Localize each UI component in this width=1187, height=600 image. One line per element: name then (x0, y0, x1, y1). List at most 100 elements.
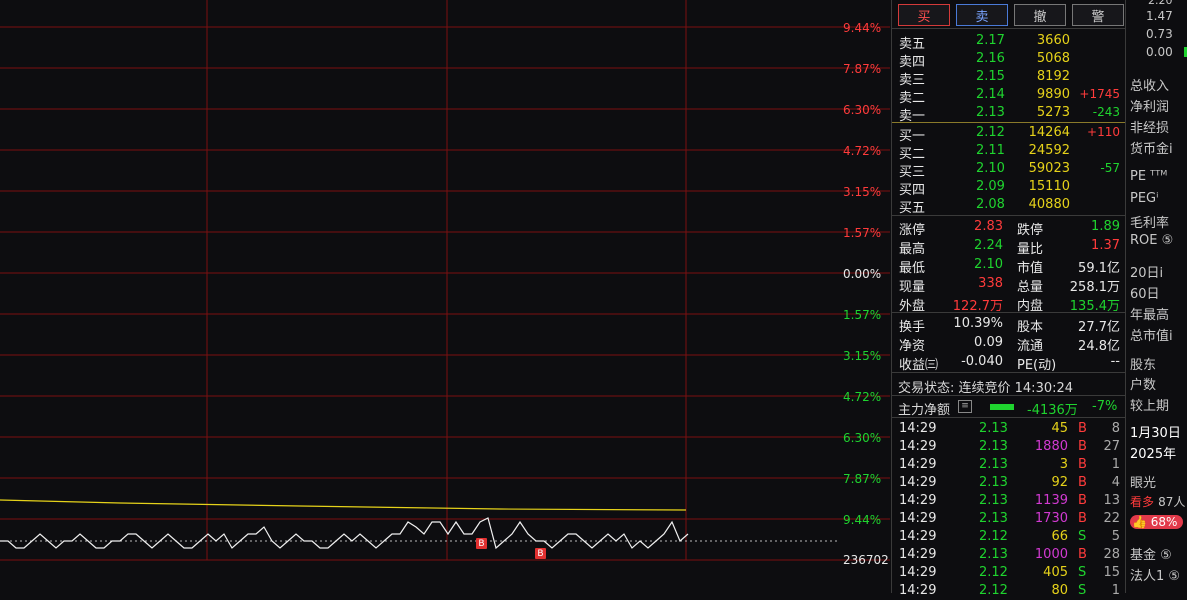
sidebar-item[interactable]: 20日i (1130, 262, 1163, 281)
divider (892, 215, 1125, 216)
tick-count: 22 (1103, 511, 1120, 526)
list-icon[interactable]: ≡ (958, 400, 972, 413)
sidebar-item[interactable]: 60日 (1130, 283, 1160, 302)
tick-price: 2.12 (979, 583, 1008, 598)
trade-status: 交易状态: 连续竞价 14:30:24 (898, 381, 1074, 396)
sidebar-item[interactable]: PEGⁱ (1130, 191, 1158, 206)
sidebar-item[interactable]: 户数 (1130, 374, 1156, 393)
main-flow-row[interactable]: 主力净额 ≡ -4136万 -7% (892, 398, 1125, 418)
tick-side: B (1078, 475, 1087, 490)
tick-row[interactable]: 14:29 2.13 1139 B 13 (892, 492, 1125, 510)
percent-tick-label: 3.15% (843, 349, 882, 363)
sidebar-item[interactable]: 基金 ⑤ (1130, 544, 1172, 563)
level-price: 2.13 (976, 105, 1005, 120)
sidebar-item[interactable]: 非经损 (1130, 117, 1169, 136)
percent-tick-label: 6.30% (843, 431, 882, 445)
tick-count: 13 (1103, 493, 1120, 508)
tick-side: B (1078, 439, 1087, 454)
sidebar-item[interactable]: PE ᵀᵀᴹ (1130, 169, 1167, 184)
order-book-panel: 买 卖 撤 警 卖五 2.17 3660 卖四 2.16 5068 卖三 2.1… (891, 0, 1125, 598)
level-qty: 3660 (1036, 33, 1070, 48)
sidebar-item[interactable]: ROE ⑤ (1130, 233, 1173, 248)
flow-bar (990, 404, 1014, 410)
stat-value: 258.1万 (1069, 280, 1120, 295)
buy-button[interactable]: 买 (898, 4, 950, 26)
sidebar-item[interactable]: 2025年 (1130, 443, 1176, 462)
tick-side: B (1078, 493, 1087, 508)
stat-label: 流通 (1017, 339, 1044, 354)
cancel-order-button[interactable]: 撤 (1014, 4, 1066, 26)
sidebar-item[interactable]: 毛利率 (1130, 212, 1169, 231)
level-qty: 59023 (1028, 161, 1070, 176)
sell-button[interactable]: 卖 (956, 4, 1008, 26)
stat-value: 59.1亿 (1078, 261, 1120, 276)
buy-marker[interactable]: B (476, 538, 487, 549)
intraday-chart[interactable]: 9.44% 7.87% 6.30% 4.72% 3.15% 1.57% 0.00% 1.57%… (0, 0, 890, 593)
tick-price: 2.13 (979, 493, 1008, 508)
tick-row[interactable]: 14:29 2.12 66 S 5 (892, 528, 1125, 546)
bid-row[interactable]: 买五 2.08 40880 (892, 196, 1125, 216)
sidebar-item[interactable]: 👍 68% (1130, 515, 1184, 530)
volume-axis-label: 236702 (843, 553, 889, 567)
tick-row[interactable]: 14:29 2.13 3 B 1 (892, 456, 1125, 474)
bid-row[interactable]: 买四 2.09 15110 (892, 178, 1125, 198)
divider (892, 417, 1125, 418)
tick-row[interactable]: 14:29 2.13 1880 B 27 (892, 438, 1125, 456)
percent-tick-label: 3.15% (843, 185, 882, 199)
stat-label: 最高 (899, 242, 926, 257)
tick-row[interactable]: 14:29 2.13 1730 B 22 (892, 510, 1125, 528)
tick-row[interactable]: 14:29 2.12 405 S 15 (892, 564, 1125, 582)
sidebar-item[interactable]: 总市值i (1130, 325, 1173, 344)
percent-tick-label: 9.44% (843, 513, 882, 527)
stat-value: 1.89 (1091, 219, 1120, 234)
tick-volume: 66 (1051, 529, 1068, 544)
stat-value: 2.83 (974, 219, 1003, 234)
bid-row[interactable]: 买三 2.10 59023 -57 (892, 160, 1125, 180)
tick-row[interactable]: 14:29 2.13 92 B 4 (892, 474, 1125, 492)
level-price: 2.09 (976, 179, 1005, 194)
tick-row[interactable]: 14:29 2.13 1000 B 28 (892, 546, 1125, 564)
ask-row[interactable]: 卖二 2.14 9890 +1745 (892, 86, 1125, 106)
tick-row[interactable]: 14:29 2.12 80 S 1 (892, 582, 1125, 600)
sidebar-item[interactable]: 股东 (1130, 354, 1156, 373)
ask-row[interactable]: 卖一 2.13 5273 -243 (892, 104, 1125, 124)
tick-side: S (1078, 583, 1087, 598)
level-price: 2.11 (976, 143, 1005, 158)
sidebar-item[interactable]: 较上期 (1130, 395, 1169, 414)
price-chart-canvas[interactable] (0, 0, 890, 593)
sidebar-item[interactable]: 净利润 (1130, 96, 1169, 115)
stat-value: 1.37 (1091, 238, 1120, 253)
sidebar-item[interactable]: 看多 87人 (1130, 493, 1185, 510)
sidebar-item[interactable]: 年最高 (1130, 304, 1169, 323)
tick-row[interactable]: 14:29 2.13 45 B 8 (892, 420, 1125, 438)
stat-value: 2.24 (974, 238, 1003, 253)
percent-tick-label: 6.30% (843, 103, 882, 117)
stat-row: 净资 0.09 流通 24.8亿 (892, 334, 1125, 354)
sidebar-item[interactable]: 货币金i (1130, 138, 1173, 157)
buy-marker[interactable]: B (535, 548, 546, 559)
bid-row[interactable]: 买一 2.12 14264 +110 (892, 124, 1125, 144)
level-change: -243 (1092, 105, 1120, 119)
stat-value: 10.39% (953, 316, 1003, 331)
percent-tick-label: 1.57% (843, 226, 882, 240)
level-price: 2.12 (976, 125, 1005, 140)
axis-value: 0.00 (1146, 45, 1173, 59)
sidebar-item[interactable]: 1月30日 (1130, 422, 1181, 441)
price-alert-button[interactable]: 警 (1072, 4, 1124, 26)
sidebar-item[interactable]: 法人1 ⑤ (1130, 565, 1180, 584)
divider (892, 395, 1125, 396)
ask-row[interactable]: 卖四 2.16 5068 (892, 50, 1125, 70)
tick-time: 14:29 (899, 565, 937, 580)
sidebar-item[interactable]: 眼光 (1130, 472, 1156, 491)
sidebar-item[interactable]: 总收入 (1130, 75, 1169, 94)
stat-value: 338 (978, 276, 1003, 291)
tick-count: 1 (1111, 457, 1120, 472)
ask-row[interactable]: 卖五 2.17 3660 (892, 32, 1125, 52)
percent-tick-label: 1.57% (843, 308, 882, 322)
tick-time: 14:29 (899, 493, 937, 508)
tick-price: 2.13 (979, 547, 1008, 562)
level-qty: 40880 (1028, 197, 1070, 212)
tick-time: 14:29 (899, 457, 937, 472)
ask-row[interactable]: 卖三 2.15 8192 (892, 68, 1125, 88)
bid-row[interactable]: 买二 2.11 24592 (892, 142, 1125, 162)
